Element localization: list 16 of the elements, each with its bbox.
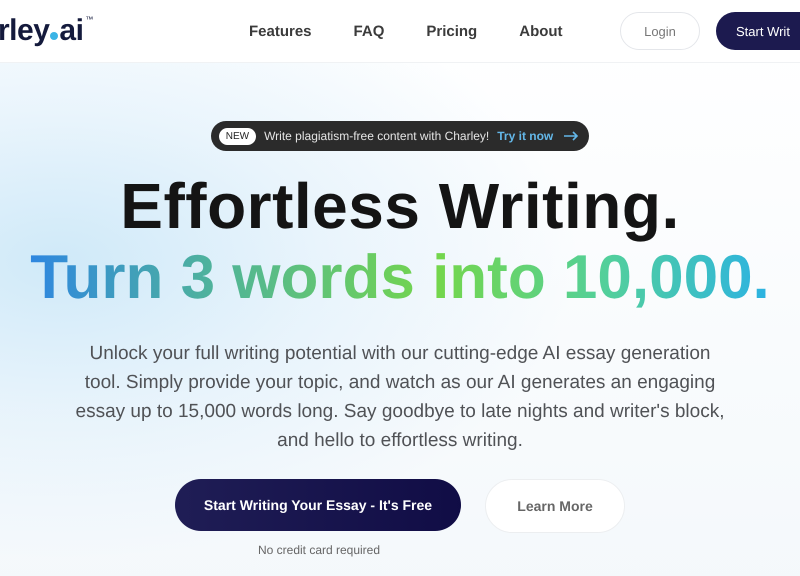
nav-link[interactable]: FAQ [332,22,406,40]
headline: Effortless Writing. [120,171,680,241]
nav-link[interactable]: Features [228,22,333,40]
nav-link[interactable]: About [498,22,584,40]
new-badge: NEW [218,128,256,144]
start-writing-button[interactable]: Start Writ [716,12,800,50]
nav-link[interactable]: Pricing [405,22,498,40]
description: Unlock your full writing potential with our cutting-edge AI essay generation tool. Simply provide your topic, and watch as our AI generates an engaging essay up to 15,000 words long. Say goodbye to late nights and writer's block, and hello to effortless writing. [75,342,725,453]
login-button[interactable]: Login [620,12,700,50]
start-writing-essay-button[interactable]: Start Writing Your Essay - It's Free [175,479,461,531]
arrow-right-icon [563,131,580,141]
announcement-text: Write plagiatism-free content with Charley! [264,129,490,143]
no-credit-card-note: No credit card required [258,543,380,557]
logo[interactable]: rley ai™ [0,14,228,48]
try-it-now-link[interactable]: Try it now [497,129,580,143]
learn-more-button[interactable]: Learn More [485,479,625,533]
